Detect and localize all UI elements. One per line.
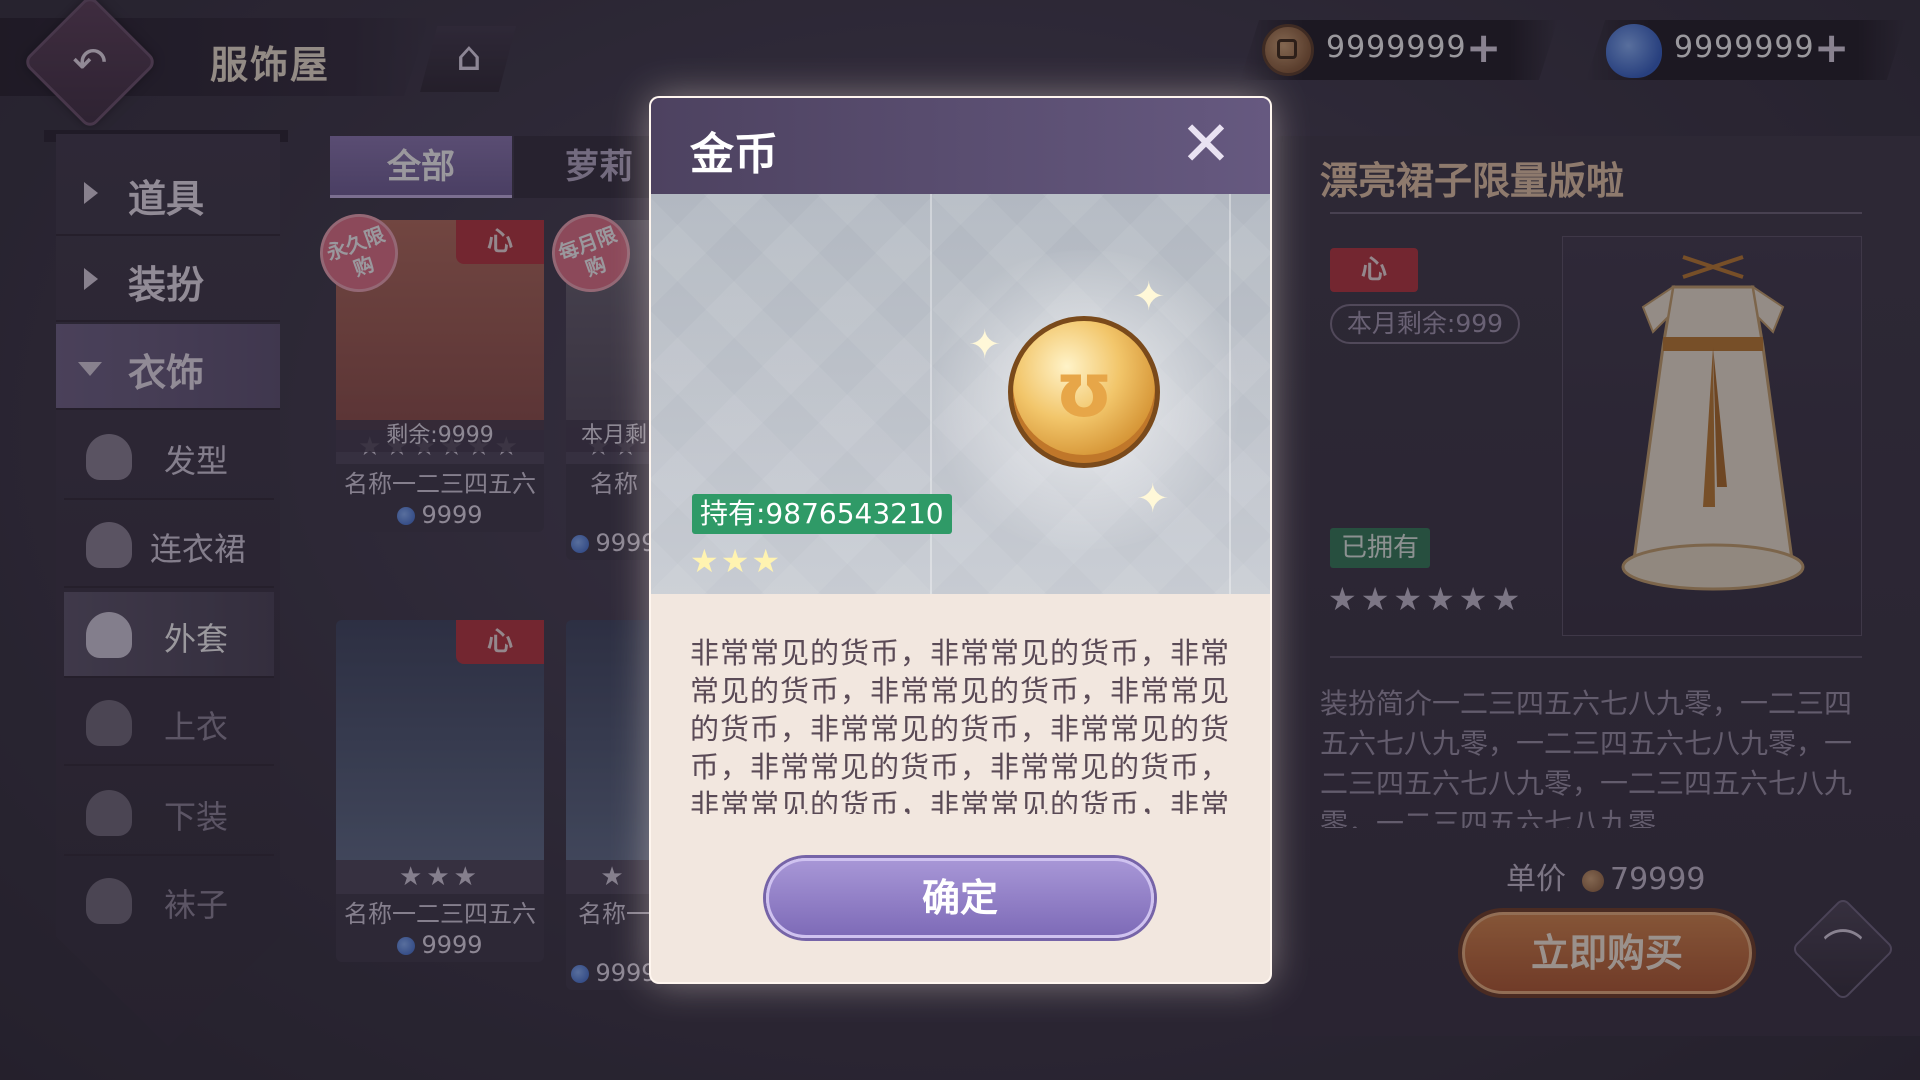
bunny-emblem-icon: ʊ xyxy=(1054,345,1114,434)
star-rating: ★★★ xyxy=(690,542,783,580)
close-icon[interactable]: ✕ xyxy=(1176,113,1236,176)
sparkle-icon: ✦ xyxy=(1136,476,1170,522)
item-description: 非常常见的货币，非常常见的货币，非常常见的货币，非常常见的货币，非常常见的货币，… xyxy=(690,636,1231,814)
owned-amount-badge: 持有:9876543210 xyxy=(692,494,952,534)
modal-title: 金币 xyxy=(690,129,778,180)
sparkle-icon: ✦ xyxy=(1132,274,1166,320)
sparkle-icon: ✦ xyxy=(968,322,1002,368)
confirm-button[interactable]: 确定 xyxy=(766,858,1154,938)
